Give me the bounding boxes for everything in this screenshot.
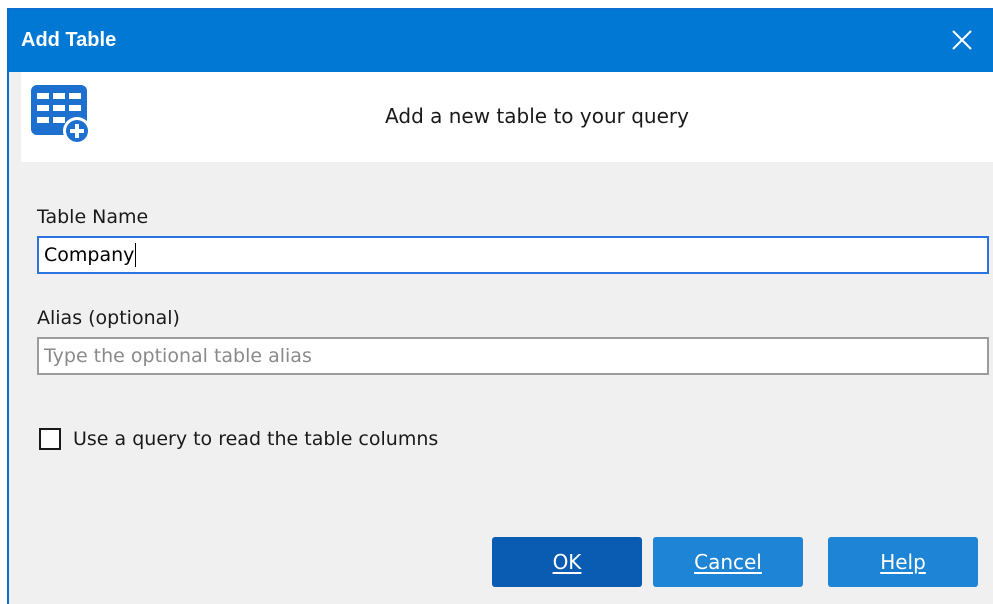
ok-button[interactable]: OK <box>492 537 642 587</box>
dialog-title: Add Table <box>21 29 117 51</box>
help-button[interactable]: Help <box>828 537 978 587</box>
header-banner: Add a new table to your query <box>21 72 993 162</box>
alias-label: Alias (optional) <box>37 307 180 329</box>
table-name-label: Table Name <box>37 206 149 228</box>
title-bar[interactable]: Add Table <box>9 10 993 72</box>
use-query-label: Use a query to read the table columns <box>73 428 439 450</box>
add-table-dialog: Add Table Add a new table to your query … <box>7 8 993 604</box>
close-button[interactable] <box>939 20 985 60</box>
table-name-input[interactable]: Company <box>37 236 989 274</box>
text-caret <box>135 243 137 267</box>
table-name-value: Company <box>44 244 135 266</box>
close-icon <box>952 30 972 50</box>
help-button-label: Help <box>880 550 926 574</box>
alias-input[interactable]: Type the optional table alias <box>37 337 989 375</box>
alias-placeholder: Type the optional table alias <box>44 345 312 367</box>
use-query-checkbox[interactable] <box>39 428 61 450</box>
cancel-button[interactable]: Cancel <box>653 537 803 587</box>
banner-text: Add a new table to your query <box>385 104 689 128</box>
ok-button-label: OK <box>552 550 582 574</box>
cancel-button-label: Cancel <box>694 550 762 574</box>
use-query-option[interactable]: Use a query to read the table columns <box>39 428 438 450</box>
